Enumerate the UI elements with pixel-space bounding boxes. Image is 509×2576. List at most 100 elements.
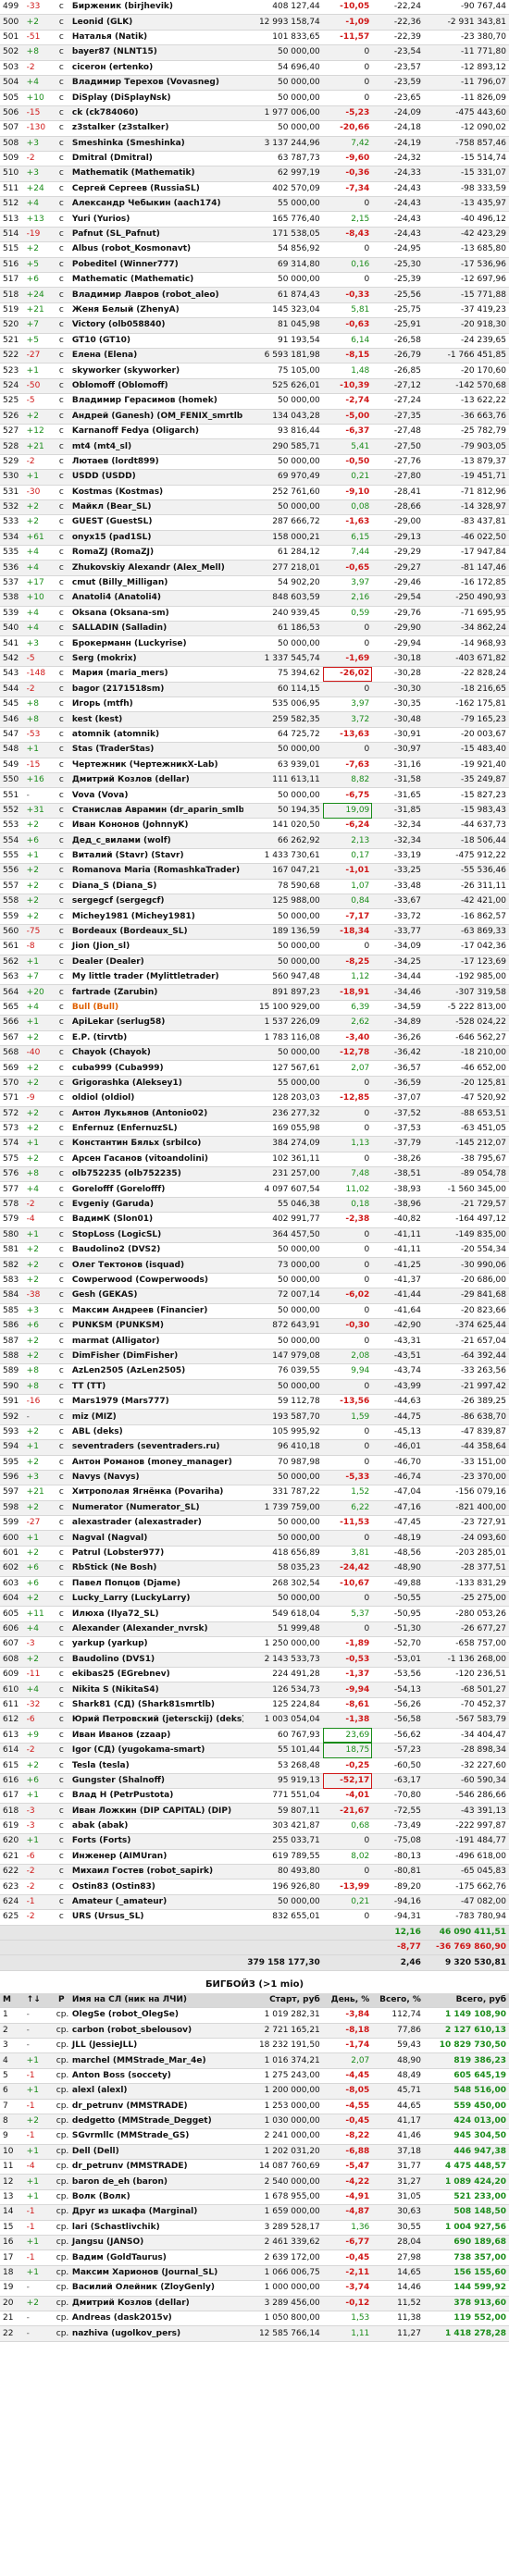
leaderboard-trader-name[interactable]: Amateur (_amateur) <box>68 1894 244 1911</box>
bigboy-trader-name[interactable]: Василий Олейник (ZloyGenly) <box>68 2280 244 2297</box>
leaderboard-trader-name[interactable]: Хитрополая Ягнёнка (Povariha) <box>68 1485 244 1501</box>
leaderboard-trader-name[interactable]: bagor (2171518sm) <box>68 682 244 697</box>
leaderboard-trader-name[interactable]: My little trader (Mylittletrader) <box>68 969 244 986</box>
leaderboard-trader-name[interactable]: Shark81 (СД) (Shark81smrtlb) <box>68 1697 244 1714</box>
leaderboard-trader-name[interactable]: Yuri (Yurios) <box>68 211 244 228</box>
leaderboard-trader-name[interactable]: Bordeaux (Bordeaux_SL) <box>68 924 244 941</box>
leaderboard-trader-name[interactable]: Дмитрий Козлов (dellar) <box>68 772 244 789</box>
leaderboard-trader-name[interactable]: Romanova Maria (RomashkaTrader) <box>68 863 244 880</box>
leaderboard-trader-name[interactable]: olb752235 (olb752235) <box>68 1166 244 1183</box>
leaderboard-trader-name[interactable]: Dealer (Dealer) <box>68 955 244 971</box>
col-header-name[interactable]: Имя на СЛ (ник на ЛЧИ) <box>68 1992 244 2009</box>
leaderboard-trader-name[interactable]: Станислав Аврамин (dr_aparin_smlb) <box>68 803 244 820</box>
leaderboard-trader-name[interactable]: oldiol (oldiol) <box>68 1091 244 1107</box>
leaderboard-trader-name[interactable]: Baudolino2 (DVS2) <box>68 1242 244 1259</box>
bigboy-trader-name[interactable]: nazhiva (ugolkov_pers) <box>68 2325 244 2342</box>
bigboy-trader-name[interactable]: SGvrmllc (MMStrade_GS) <box>68 2128 244 2145</box>
leaderboard-trader-name[interactable]: DiSplay (DiSplayNsk) <box>68 90 244 106</box>
leaderboard-trader-name[interactable]: Baudolino (DVS1) <box>68 1652 244 1668</box>
leaderboard-trader-name[interactable]: Cowperwood (Cowperwoods) <box>68 1273 244 1289</box>
leaderboard-trader-name[interactable]: Владимир Терехов (Vovasneg) <box>68 75 244 92</box>
col-header-change[interactable]: ↑↓ <box>23 1992 54 2009</box>
bigboy-trader-name[interactable]: dr_petrunv (MMSTRADE) <box>68 2099 244 2114</box>
leaderboard-trader-name[interactable]: Stas (TraderStas) <box>68 742 244 758</box>
leaderboard-trader-name[interactable]: sergegcf (sergegcf) <box>68 894 244 910</box>
leaderboard-trader-name[interactable]: cmut (Billy_Milligan) <box>68 575 244 592</box>
bigboy-trader-name[interactable]: dr_petrunv (MMSTRADE) <box>68 2159 244 2175</box>
leaderboard-trader-name[interactable]: Karnanoff Fedya (Oligarch) <box>68 424 244 440</box>
leaderboard-trader-name[interactable]: Женя Белый (ZhenyA) <box>68 302 244 319</box>
col-header-start[interactable]: Старт, руб <box>243 1992 323 2009</box>
leaderboard-trader-name[interactable]: Tesla (tesla) <box>68 1757 244 1774</box>
leaderboard-trader-name[interactable]: Арсен Гасанов (vitoandolini) <box>68 1152 244 1168</box>
leaderboard-trader-name[interactable]: yarkup (yarkup) <box>68 1636 244 1653</box>
bigboy-trader-name[interactable]: alexl (alexl) <box>68 2083 244 2100</box>
bigboy-trader-name[interactable]: JLL (JessieJLL) <box>68 2038 244 2054</box>
leaderboard-trader-name[interactable]: Oblomoff (Oblomoff) <box>68 378 244 395</box>
leaderboard-trader-name[interactable]: Иван Ложкин (DIP CAPITAL) (DIP) <box>68 1803 244 1819</box>
leaderboard-trader-name[interactable]: Владимир Герасимов (homek) <box>68 393 244 410</box>
leaderboard-trader-name[interactable]: Jion (Jion_sl) <box>68 939 244 955</box>
leaderboard-trader-name[interactable]: skyworker (skyworker) <box>68 363 244 379</box>
bigboy-trader-name[interactable]: Друг из шкафа (Marginal) <box>68 2204 244 2221</box>
leaderboard-trader-name[interactable]: Patrul (Lobster977) <box>68 1546 244 1562</box>
leaderboard-trader-name[interactable]: Anatoli4 (Anatoli4) <box>68 590 244 607</box>
leaderboard-trader-name[interactable]: Diana_S (Diana_S) <box>68 879 244 895</box>
leaderboard-trader-name[interactable]: ABL (deks) <box>68 1424 244 1441</box>
bigboy-trader-name[interactable]: marchel (MMStrade_Mar_4e) <box>68 2052 244 2069</box>
leaderboard-trader-name[interactable]: miz (MIZ) <box>68 1409 244 1425</box>
leaderboard-trader-name[interactable]: Сергей Сергеев (RussiaSL) <box>68 181 244 198</box>
leaderboard-trader-name[interactable]: Андрей (Ganesh) (OM_FENIX_smrtlb) <box>68 409 244 425</box>
col-header-day[interactable]: День, % <box>322 1992 373 2009</box>
leaderboard-trader-name[interactable]: Alexander (Alexander_nvrsk) <box>68 1621 244 1638</box>
leaderboard-trader-name[interactable]: RomaZJ (RomaZJ) <box>68 545 244 561</box>
leaderboard-trader-name[interactable]: Игорь (mtfh) <box>68 696 244 713</box>
leaderboard-trader-name[interactable]: Александр Чебыкин (aach174) <box>68 196 244 213</box>
leaderboard-trader-name[interactable]: Иван Кононов (JohnnyK) <box>68 818 244 834</box>
leaderboard-trader-name[interactable]: Лютаев (lordt899) <box>68 454 244 471</box>
bigboy-trader-name[interactable]: Дмитрий Козлов (dellar) <box>68 2296 244 2311</box>
leaderboard-trader-name[interactable]: cicerон (ertenko) <box>68 60 244 76</box>
leaderboard-trader-name[interactable]: PUNKSM (PUNKSM) <box>68 1318 244 1335</box>
leaderboard-trader-name[interactable]: Олег Тектонов (isquad) <box>68 1257 244 1274</box>
leaderboard-trader-name[interactable]: Владимир Лавров (robot_aleo) <box>68 287 244 303</box>
leaderboard-trader-name[interactable]: Константин Бяльх (srbilco) <box>68 1136 244 1152</box>
leaderboard-trader-name[interactable]: atomnik (atomnik) <box>68 727 244 744</box>
leaderboard-trader-name[interactable]: kest (kest) <box>68 711 244 728</box>
leaderboard-trader-name[interactable]: fartrade (Zarubin) <box>68 984 244 1001</box>
leaderboard-trader-name[interactable]: USDD (USDD) <box>68 469 244 486</box>
bigboy-trader-name[interactable]: baron de_eh (baron) <box>68 2174 244 2190</box>
leaderboard-trader-name[interactable]: Victory (olb058840) <box>68 317 244 334</box>
leaderboard-trader-name[interactable]: Инженер (AIMUran) <box>68 1849 244 1866</box>
col-header-category[interactable]: Р <box>53 1992 69 2009</box>
leaderboard-trader-name[interactable]: Nikita S (NikitaS4) <box>68 1682 244 1698</box>
leaderboard-trader-name[interactable]: URS (Ursus_SL) <box>68 1909 244 1926</box>
leaderboard-trader-name[interactable]: GT10 (GT10) <box>68 333 244 349</box>
leaderboard-trader-name[interactable]: AzLen2505 (AzLen2505) <box>68 1363 244 1380</box>
leaderboard-trader-name[interactable]: ekibas25 (EGrebnev) <box>68 1667 244 1683</box>
leaderboard-trader-name[interactable]: z3stalker (z3stalker) <box>68 120 244 137</box>
bigboy-trader-name[interactable]: lari (Schastlivchik) <box>68 2220 244 2237</box>
leaderboard-trader-name[interactable]: Nagval (Nagval) <box>68 1530 244 1547</box>
bigboy-trader-name[interactable]: OlegSe (robot_OlegSe) <box>68 2007 244 2024</box>
leaderboard-trader-name[interactable]: Майкл (Bear_SL) <box>68 499 244 516</box>
leaderboard-trader-name[interactable]: Чертежник (ЧертежникХ-Lab) <box>68 758 244 773</box>
leaderboard-trader-name[interactable]: TT (TT) <box>68 1379 244 1395</box>
leaderboard-trader-name[interactable]: Michey1981 (Michey1981) <box>68 908 244 925</box>
leaderboard-trader-name[interactable]: Enfernuz (EnfernuzSL) <box>68 1121 244 1138</box>
bigboy-trader-name[interactable]: dedgetto (MMStrade_Degget) <box>68 2114 244 2130</box>
leaderboard-trader-name[interactable]: Kostmas (Kostmas) <box>68 485 244 500</box>
leaderboard-trader-name[interactable]: Evgeniy (Garuda) <box>68 1197 244 1214</box>
leaderboard-trader-name[interactable]: Bull (Bull) <box>68 1000 244 1017</box>
leaderboard-trader-name[interactable]: Grigorashka (Aleksey1) <box>68 1076 244 1092</box>
leaderboard-trader-name[interactable]: RbStick (Ne Bosh) <box>68 1560 244 1577</box>
col-header-place[interactable]: М <box>0 1992 24 2009</box>
leaderboard-trader-name[interactable]: Ostin83 (Ostin83) <box>68 1879 244 1895</box>
bigboy-trader-name[interactable]: carbon (robot_sbelousov) <box>68 2023 244 2039</box>
leaderboard-trader-name[interactable]: alexastrader (alexastrader) <box>68 1515 244 1532</box>
bigboy-trader-name[interactable]: Andreas (dask2015v) <box>68 2311 244 2327</box>
leaderboard-trader-name[interactable]: Numerator (Numerator_SL) <box>68 1500 244 1517</box>
leaderboard-trader-name[interactable]: Бирженик (birjhevik) <box>68 0 244 16</box>
leaderboard-trader-name[interactable]: Serg (mokrix) <box>68 651 244 668</box>
leaderboard-trader-name[interactable]: Igor (СД) (yugokama-smart) <box>68 1743 244 1759</box>
